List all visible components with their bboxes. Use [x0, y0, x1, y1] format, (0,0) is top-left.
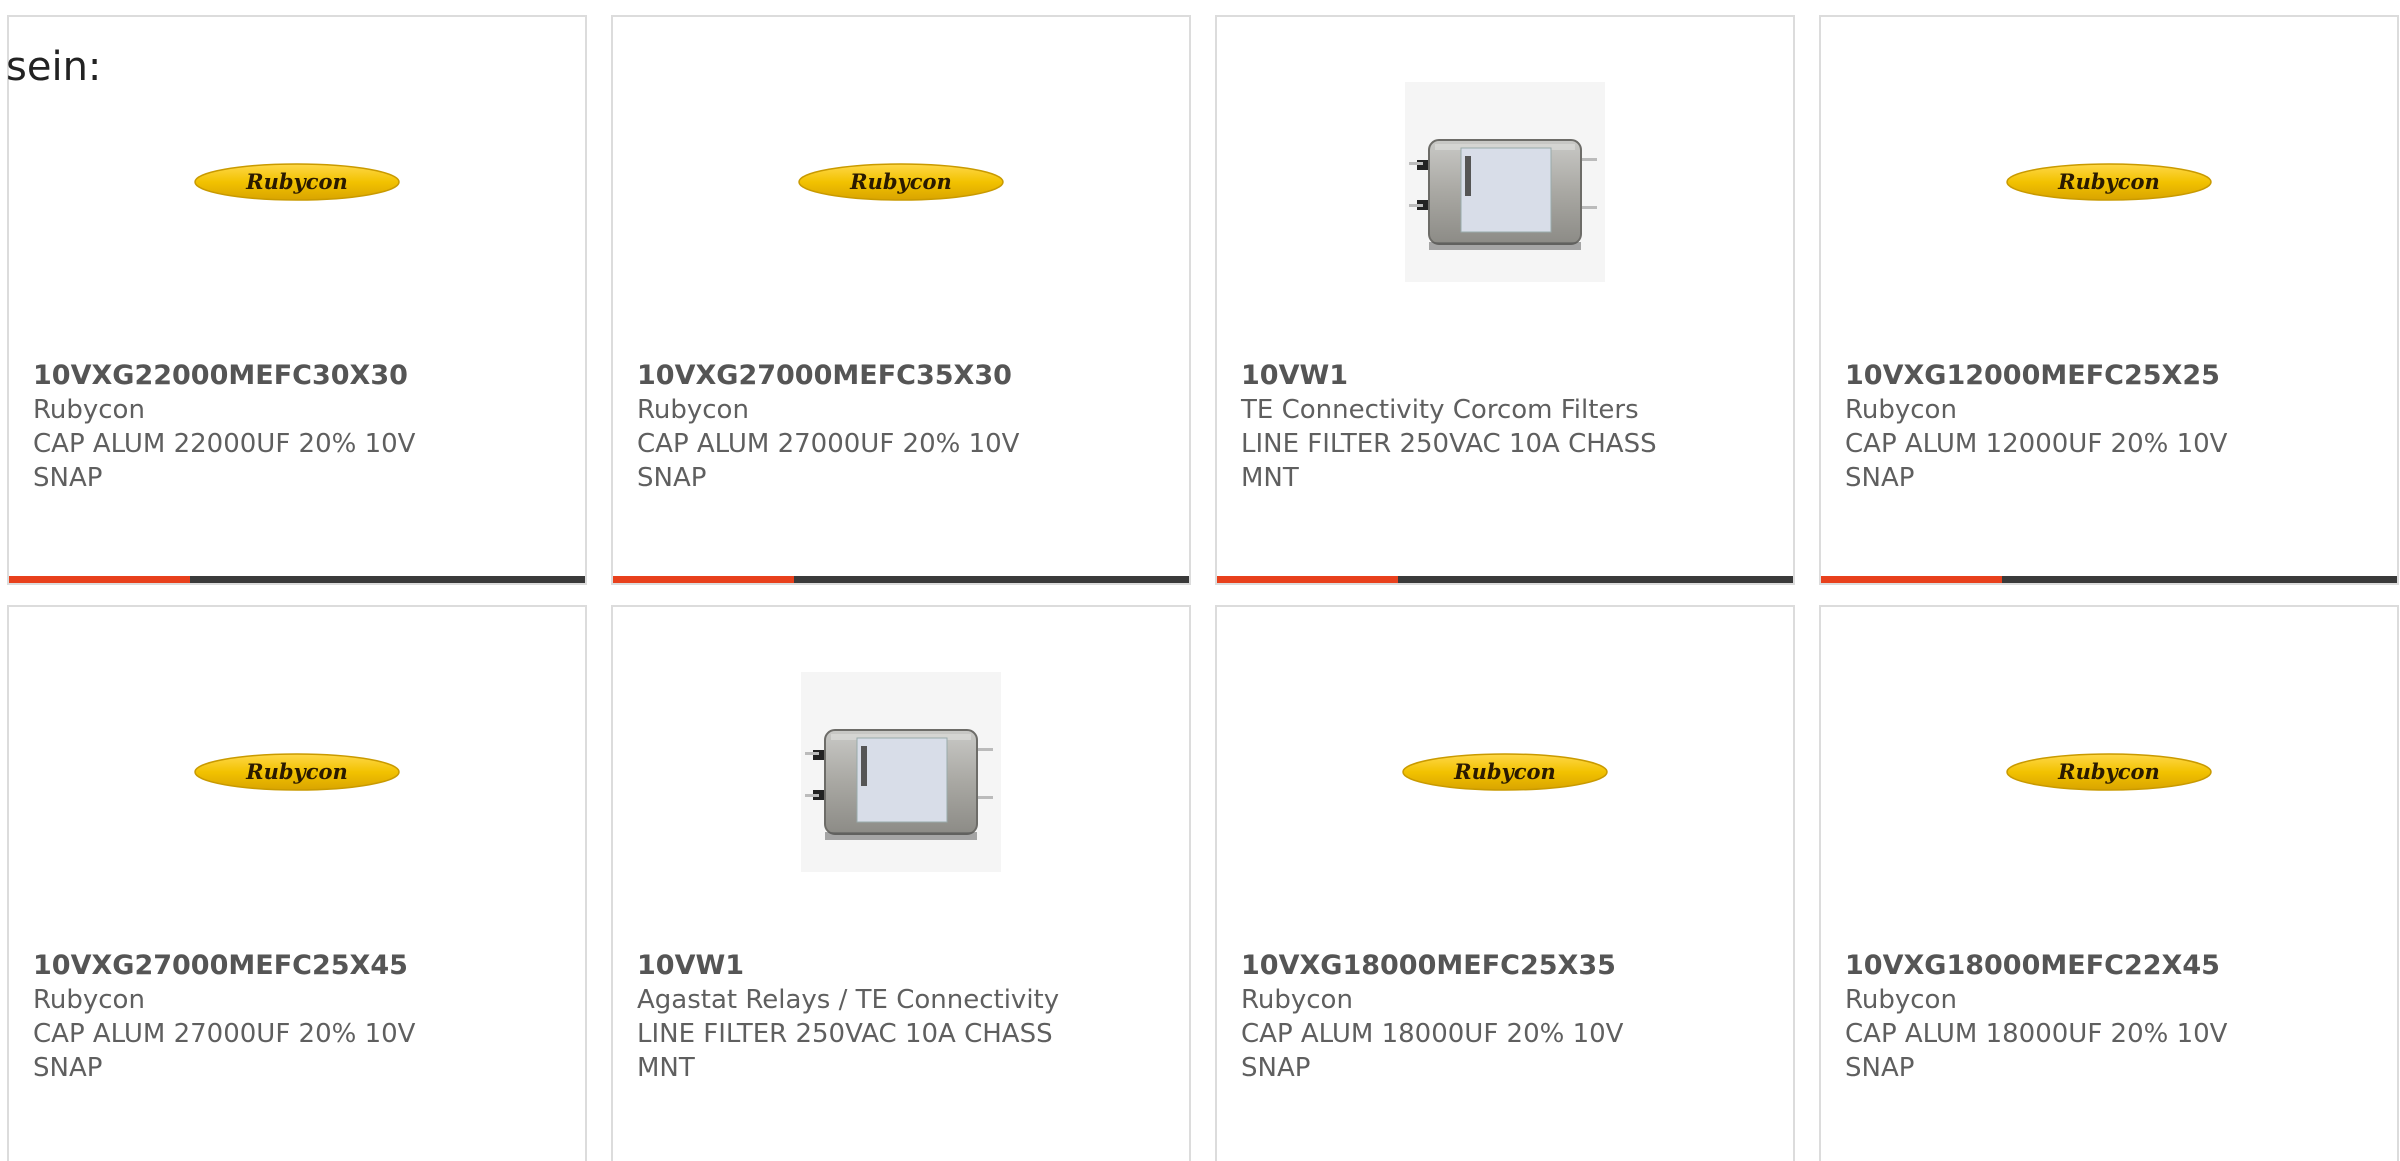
card-progress-fill [1821, 576, 2003, 583]
product-card[interactable]: Rubycon 10VXG18000MEFC25X35 Rubycon CAP ALU… [1215, 605, 1795, 1161]
page: sein: Rubycon 10VXG22000MEFC30X30 Rubycon C… [0, 0, 2400, 1161]
product-info: 10VXG22000MEFC30X30 Rubycon CAP ALUM 22000… [33, 359, 565, 495]
product-image[interactable]: Rubycon [1821, 77, 2397, 287]
product-grid: Rubycon 10VXG22000MEFC30X30 Rubycon CAP ALU… [7, 15, 2399, 1161]
product-image[interactable]: Rubycon [1821, 667, 2397, 877]
manufacturer: Rubycon [33, 395, 145, 425]
card-progress-fill [9, 576, 191, 583]
rubycon-logo-icon: Rubycon [194, 163, 400, 201]
product-image[interactable]: Rubycon [9, 77, 585, 287]
part-number[interactable]: 10VXG12000MEFC25X25 [1845, 359, 2377, 393]
card-progress-bar [1217, 576, 1793, 583]
product-card[interactable]: 10VW1 TE Connectivity Corcom Filters LINE … [1215, 15, 1795, 585]
product-info: 10VW1 Agastat Relays / TE Connectivity LIN… [637, 949, 1169, 1085]
part-number[interactable]: 10VW1 [1241, 359, 1773, 393]
product-image[interactable]: Rubycon [9, 667, 585, 877]
rubycon-logo-icon: Rubycon [798, 163, 1004, 201]
product-info: 10VXG27000MEFC25X45 Rubycon CAP ALUM 27000… [33, 949, 565, 1085]
rubycon-logo-icon: Rubycon [194, 753, 400, 791]
description: CAP ALUM 12000UF 20% 10V SNAP [1845, 429, 2228, 493]
product-card[interactable]: Rubycon 10VXG12000MEFC25X25 Rubycon CAP ALU… [1819, 15, 2399, 585]
rubycon-logo-text: Rubycon [1453, 759, 1556, 784]
rubycon-logo-text: Rubycon [2057, 759, 2160, 784]
card-progress-fill [613, 576, 795, 583]
product-info: 10VW1 TE Connectivity Corcom Filters LINE … [1241, 359, 1773, 495]
part-number[interactable]: 10VXG18000MEFC22X45 [1845, 949, 2377, 983]
card-progress-fill [1217, 576, 1399, 583]
manufacturer: Rubycon [1845, 395, 1957, 425]
part-number[interactable]: 10VXG27000MEFC35X30 [637, 359, 1169, 393]
description: CAP ALUM 18000UF 20% 10V SNAP [1241, 1019, 1624, 1083]
description: CAP ALUM 18000UF 20% 10V SNAP [1845, 1019, 2228, 1083]
rubycon-logo-text: Rubycon [245, 169, 348, 194]
product-image[interactable] [613, 667, 1189, 877]
description: LINE FILTER 250VAC 10A CHASS MNT [637, 1019, 1053, 1083]
line-filter-photo-icon [801, 672, 1001, 872]
product-image[interactable]: Rubycon [613, 77, 1189, 287]
card-progress-bar [9, 576, 585, 583]
description: CAP ALUM 27000UF 20% 10V SNAP [637, 429, 1020, 493]
product-image[interactable] [1217, 77, 1793, 287]
manufacturer: Rubycon [637, 395, 749, 425]
product-info: 10VXG18000MEFC25X35 Rubycon CAP ALUM 18000… [1241, 949, 1773, 1085]
intro-text: sein: [6, 44, 102, 90]
description: CAP ALUM 22000UF 20% 10V SNAP [33, 429, 416, 493]
part-number[interactable]: 10VXG18000MEFC25X35 [1241, 949, 1773, 983]
product-card[interactable]: Rubycon 10VXG22000MEFC30X30 Rubycon CAP ALU… [7, 15, 587, 585]
manufacturer: Agastat Relays / TE Connectivity [637, 985, 1060, 1015]
manufacturer: Rubycon [33, 985, 145, 1015]
product-image[interactable]: Rubycon [1217, 667, 1793, 877]
card-progress-bar [613, 576, 1189, 583]
rubycon-logo-icon: Rubycon [1402, 753, 1608, 791]
product-info: 10VXG27000MEFC35X30 Rubycon CAP ALUM 27000… [637, 359, 1169, 495]
part-number[interactable]: 10VW1 [637, 949, 1169, 983]
rubycon-logo-text: Rubycon [849, 169, 952, 194]
part-number[interactable]: 10VXG27000MEFC25X45 [33, 949, 565, 983]
product-card[interactable]: 10VW1 Agastat Relays / TE Connectivity LIN… [611, 605, 1191, 1161]
line-filter-photo-icon [1405, 82, 1605, 282]
description: LINE FILTER 250VAC 10A CHASS MNT [1241, 429, 1657, 493]
manufacturer: TE Connectivity Corcom Filters [1241, 395, 1639, 425]
product-info: 10VXG18000MEFC22X45 Rubycon CAP ALUM 18000… [1845, 949, 2377, 1085]
part-number[interactable]: 10VXG22000MEFC30X30 [33, 359, 565, 393]
rubycon-logo-icon: Rubycon [2006, 753, 2212, 791]
manufacturer: Rubycon [1241, 985, 1353, 1015]
product-card[interactable]: Rubycon 10VXG27000MEFC35X30 Rubycon CAP ALU… [611, 15, 1191, 585]
description: CAP ALUM 27000UF 20% 10V SNAP [33, 1019, 416, 1083]
product-card[interactable]: Rubycon 10VXG27000MEFC25X45 Rubycon CAP ALU… [7, 605, 587, 1161]
rubycon-logo-icon: Rubycon [2006, 163, 2212, 201]
rubycon-logo-text: Rubycon [2057, 169, 2160, 194]
manufacturer: Rubycon [1845, 985, 1957, 1015]
product-info: 10VXG12000MEFC25X25 Rubycon CAP ALUM 12000… [1845, 359, 2377, 495]
product-card[interactable]: Rubycon 10VXG18000MEFC22X45 Rubycon CAP ALU… [1819, 605, 2399, 1161]
card-progress-bar [1821, 576, 2397, 583]
rubycon-logo-text: Rubycon [245, 759, 348, 784]
